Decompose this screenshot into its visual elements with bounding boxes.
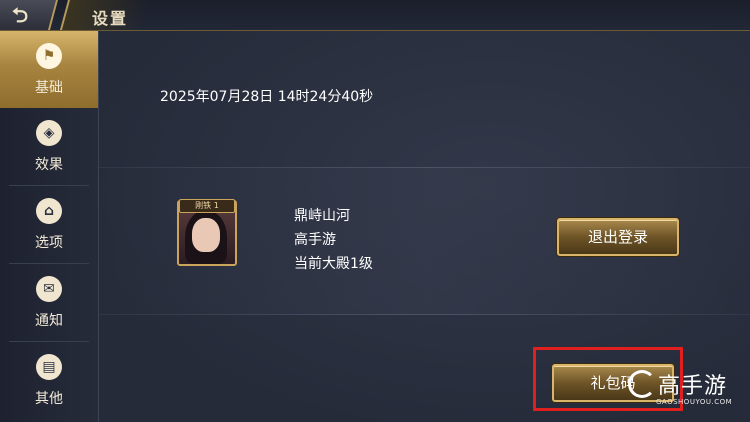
watermark-url: GAOSHOUYOU.COM xyxy=(656,398,733,406)
cards-icon: ▤ xyxy=(36,354,62,380)
avatar-badge: 刚铁 1 xyxy=(179,199,235,213)
watermark-logo-icon xyxy=(628,370,656,398)
sidebar-item-notice[interactable]: ✉ 通知 xyxy=(9,264,89,342)
page-title: 设置 xyxy=(92,9,129,28)
notice-icon: ✉ xyxy=(36,276,62,302)
sidebar-item-basic[interactable]: ⚑ 基础 xyxy=(0,31,98,108)
sidebar-item-label: 其他 xyxy=(35,391,63,407)
player-name: 高手游 xyxy=(294,232,336,248)
back-arrow-icon[interactable]: ⮌ xyxy=(12,3,28,27)
sidebar-item-label: 基础 xyxy=(35,80,63,96)
level-text: 当前大殿1级 xyxy=(294,256,373,272)
logout-button[interactable]: 退出登录 xyxy=(557,218,679,256)
divider xyxy=(99,314,750,315)
sidebar-item-options[interactable]: ⌂ 选项 xyxy=(9,186,89,264)
sidebar-item-other[interactable]: ▤ 其他 xyxy=(9,342,89,419)
server-name: 鼎峙山河 xyxy=(294,208,350,224)
sidebar-item-label: 选项 xyxy=(35,235,63,251)
sidebar: ⚑ 基础 ◈ 效果 ⌂ 选项 ✉ 通知 ▤ 其他 xyxy=(0,31,99,422)
watermark-brand: 高手游 xyxy=(658,374,728,399)
sidebar-item-label: 通知 xyxy=(35,313,63,329)
datetime-text: 2025年07月28日 14时24分40秒 xyxy=(160,89,374,105)
flag-icon: ⚑ xyxy=(36,43,62,69)
watermark: 高手游 GAOSHOUYOU.COM xyxy=(628,368,746,416)
sidebar-item-effect[interactable]: ◈ 效果 xyxy=(9,108,89,186)
effect-icon: ◈ xyxy=(36,120,62,146)
avatar-face xyxy=(192,218,220,252)
sidebar-item-label: 效果 xyxy=(35,157,63,173)
palace-icon: ⌂ xyxy=(36,198,62,224)
back-button[interactable] xyxy=(0,0,58,30)
